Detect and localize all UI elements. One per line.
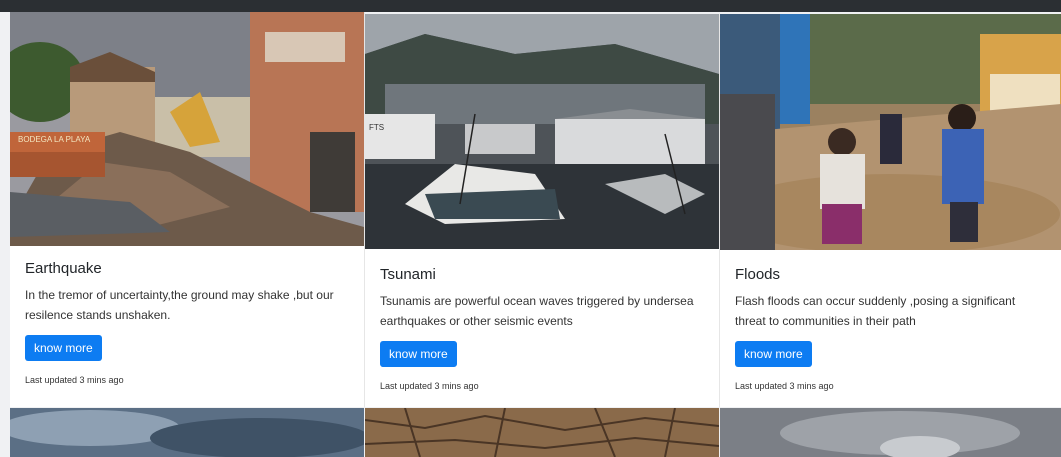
card-tsunami: FTS Tsunami Tsunamis are powerful ocean … [365,14,720,407]
top-bar [0,0,1061,12]
know-more-button[interactable]: know more [380,341,457,367]
last-updated-text: Last updated 3 mins ago [380,381,479,391]
tsunami-image-sign: FTS [369,123,384,132]
floods-image [720,14,1061,250]
card-title: Tsunami [380,266,436,283]
next-card-tornado-image [720,408,1061,457]
card-floods: Floods Flash floods can occur suddenly ,… [720,14,1061,407]
last-updated-text: Last updated 3 mins ago [735,381,834,391]
next-card-drought-image [365,408,719,457]
card-text: Flash floods can occur suddenly ,posing … [735,294,1016,328]
card-title: Floods [735,266,781,283]
earthquake-image-sign: BODEGA LA PLAYA [18,135,91,144]
card-text: Tsunamis are powerful ocean waves trigge… [380,294,694,328]
know-more-button[interactable]: know more [735,341,812,367]
card-title: Earthquake [25,260,102,277]
tsunami-image: FTS [365,14,719,249]
know-more-button[interactable]: know more [25,335,102,361]
next-card-storm-image [10,408,364,457]
card-text: In the tremor of uncertainty,the ground … [25,288,334,322]
last-updated-text: Last updated 3 mins ago [25,375,124,385]
earthquake-image: BODEGA LA PLAYA [10,12,364,246]
card-earthquake: BODEGA LA PLAYA Earthquake In the tremor… [10,12,365,407]
